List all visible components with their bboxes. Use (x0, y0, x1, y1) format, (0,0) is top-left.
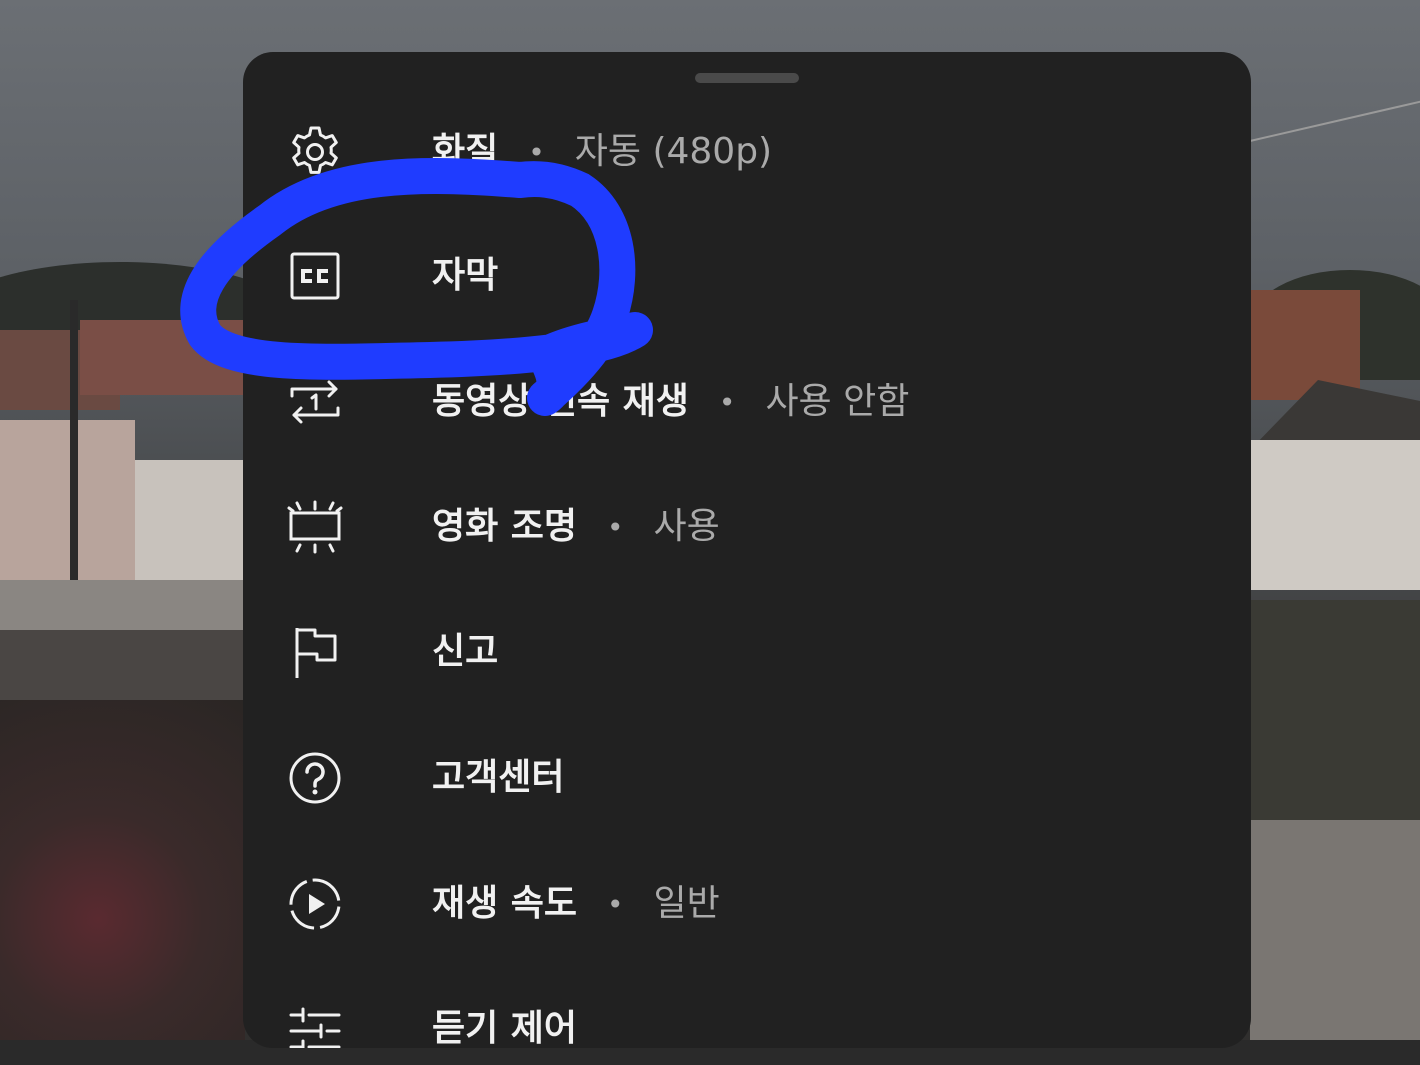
video-bank (1250, 820, 1420, 1065)
menu-item-label: 듣기 제어 (432, 1008, 578, 1048)
separator-dot: • (718, 386, 736, 419)
menu-item-label: 화질 (432, 131, 499, 172)
menu-item-label: 신고 (432, 631, 499, 672)
help-circle-icon (287, 750, 343, 806)
repeat-one-icon (287, 374, 343, 430)
flag-icon (287, 624, 343, 680)
menu-item-help[interactable]: 고객센터 (243, 716, 1251, 836)
menu-item-report[interactable]: 신고 (243, 590, 1251, 710)
menu-item-listening-controls[interactable]: 듣기 제어 (243, 967, 1251, 1048)
video-flowers (0, 700, 245, 1065)
separator-dot: • (607, 511, 624, 544)
playback-speed-icon (287, 876, 343, 932)
video-pole (70, 300, 78, 600)
menu-item-label: 자막 (432, 255, 499, 296)
menu-item-value: 일반 (653, 883, 720, 924)
menu-item-captions[interactable]: 자막 (243, 214, 1251, 334)
video-house (1250, 290, 1360, 400)
menu-item-playback-speed[interactable]: 재생 속도 • 일반 (243, 842, 1251, 962)
settings-sheet: 화질 • 자동 (480p) 자막 동영상 연속 재생 • 사용 안함 영화 조… (243, 52, 1251, 1048)
separator-dot: • (607, 888, 624, 921)
video-river (1250, 600, 1420, 820)
menu-item-quality[interactable]: 화질 • 자동 (480p) (243, 90, 1251, 210)
menu-item-label: 재생 속도 (432, 883, 578, 924)
menu-item-label: 영화 조명 (432, 506, 578, 547)
menu-item-label: 동영상 연속 재생 (432, 381, 689, 422)
menu-item-value: 사용 안함 (765, 381, 910, 422)
drag-handle[interactable] (695, 73, 799, 83)
menu-item-value: 자동 (480p) (574, 131, 773, 172)
video-house (135, 460, 245, 600)
video-house (80, 320, 245, 395)
menu-item-autoplay[interactable]: 동영상 연속 재생 • 사용 안함 (243, 340, 1251, 460)
menu-item-label: 고객센터 (432, 757, 565, 798)
gear-icon (287, 124, 343, 180)
separator-dot: • (528, 136, 545, 169)
screen: 화질 • 자동 (480p) 자막 동영상 연속 재생 • 사용 안함 영화 조… (0, 0, 1420, 1065)
closed-captions-icon (287, 248, 343, 304)
audio-controls-icon (287, 1001, 343, 1048)
ambient-mode-icon (287, 499, 343, 555)
video-house (1250, 440, 1420, 590)
menu-item-ambient-mode[interactable]: 영화 조명 • 사용 (243, 465, 1251, 585)
menu-item-value: 사용 (653, 506, 720, 547)
